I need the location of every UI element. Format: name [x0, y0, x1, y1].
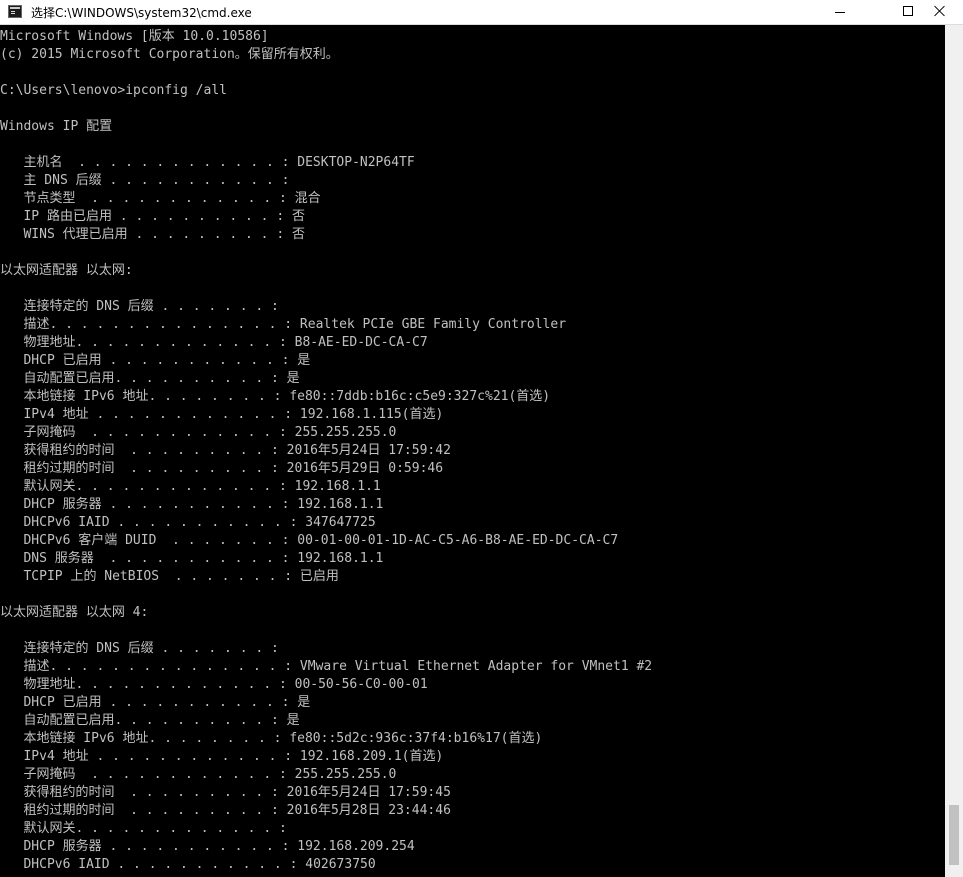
- console-line: 子网掩码 . . . . . . . . . . . . : 255.255.2…: [0, 767, 397, 782]
- console-line: Windows IP 配置: [0, 119, 113, 134]
- console-line: DHCP 服务器 . . . . . . . . . . . : 192.168…: [0, 839, 415, 854]
- console-line: DHCP 服务器 . . . . . . . . . . . : 192.168…: [0, 497, 384, 512]
- title-bar[interactable]: 选择C:\WINDOWS\system32\cmd.exe: [0, 0, 963, 25]
- console-line: 主 DNS 后缀 . . . . . . . . . . . :: [0, 173, 290, 188]
- close-button[interactable]: [917, 0, 963, 24]
- console-line: TCPIP 上的 NetBIOS . . . . . . . : 已启用: [0, 569, 339, 584]
- console-line: 获得租约的时间 . . . . . . . . . : 2016年5月24日 1…: [0, 785, 451, 800]
- console-line: 主机名 . . . . . . . . . . . . . : DESKTOP-…: [0, 155, 415, 170]
- minimize-icon: [835, 12, 845, 13]
- console-line: DHCP 已启用 . . . . . . . . . . . : 是: [0, 353, 311, 368]
- console-line: 租约过期的时间 . . . . . . . . . : 2016年5月28日 2…: [0, 803, 451, 818]
- cmd-app-icon[interactable]: [8, 5, 22, 18]
- console-line: 节点类型 . . . . . . . . . . . . : 混合: [0, 191, 321, 206]
- console-line: 默认网关. . . . . . . . . . . . . :: [0, 821, 287, 836]
- console-line: 子网掩码 . . . . . . . . . . . . : 255.255.2…: [0, 425, 397, 440]
- console-line: 本地链接 IPv6 地址. . . . . . . . : fe80::7ddb…: [0, 389, 551, 404]
- console-line: 连接特定的 DNS 后缀 . . . . . . . :: [0, 299, 279, 314]
- console-line: 以太网适配器 以太网:: [0, 263, 133, 278]
- console-line: 连接特定的 DNS 后缀 . . . . . . . :: [0, 641, 279, 656]
- console-line: WINS 代理已启用 . . . . . . . . . : 否: [0, 227, 305, 242]
- console-line: DHCP 已启用 . . . . . . . . . . . : 是: [0, 695, 311, 710]
- console-line: 自动配置已启用. . . . . . . . . . : 是: [0, 371, 300, 386]
- console-line: (c) 2015 Microsoft Corporation。保留所有权利。: [0, 47, 339, 62]
- console-line: IP 路由已启用 . . . . . . . . . . : 否: [0, 209, 305, 224]
- close-icon: [934, 5, 946, 17]
- console-line: 以太网适配器 以太网 4:: [0, 605, 149, 620]
- console-output[interactable]: Microsoft Windows [版本 10.0.10586] (c) 201…: [0, 28, 945, 877]
- console-line: 默认网关. . . . . . . . . . . . . : 192.168.…: [0, 479, 381, 494]
- console-line: 本地链接 IPv6 地址. . . . . . . . : fe80::5d2c…: [0, 731, 543, 746]
- scrollbar-thumb[interactable]: [949, 805, 959, 865]
- console-line: 获得租约的时间 . . . . . . . . . : 2016年5月24日 1…: [0, 443, 451, 458]
- console-line: 描述. . . . . . . . . . . . . . . : VMware…: [0, 659, 653, 674]
- console-line: DHCPv6 IAID . . . . . . . . . . . : 3476…: [0, 515, 376, 530]
- console-line: DNS 服务器 . . . . . . . . . . . : 192.168.…: [0, 551, 384, 566]
- console-line: Microsoft Windows [版本 10.0.10586]: [0, 29, 269, 44]
- vertical-scrollbar[interactable]: [945, 25, 963, 877]
- console-line: DHCPv6 客户端 DUID . . . . . . . : 00-01-00…: [0, 533, 619, 548]
- console-line: 描述. . . . . . . . . . . . . . . : Realte…: [0, 317, 567, 332]
- window-title: 选择C:\WINDOWS\system32\cmd.exe: [31, 6, 252, 20]
- cmd-window: 选择C:\WINDOWS\system32\cmd.exe Microsoft …: [0, 0, 963, 877]
- console-line: 自动配置已启用. . . . . . . . . . : 是: [0, 713, 300, 728]
- console-line: C:\Users\lenovo>ipconfig /all: [0, 83, 227, 98]
- maximize-icon: [903, 6, 913, 16]
- console-line: 物理地址. . . . . . . . . . . . . : B8-AE-ED…: [0, 335, 428, 350]
- console-line: 物理地址. . . . . . . . . . . . . : 00-50-56…: [0, 677, 428, 692]
- console-line: IPv4 地址 . . . . . . . . . . . . : 192.16…: [0, 407, 444, 422]
- console-line: IPv4 地址 . . . . . . . . . . . . : 192.16…: [0, 749, 444, 764]
- console-line: DHCPv6 IAID . . . . . . . . . . . : 4026…: [0, 857, 376, 872]
- minimize-button[interactable]: [817, 0, 863, 24]
- console-line: 租约过期的时间 . . . . . . . . . : 2016年5月29日 0…: [0, 461, 444, 476]
